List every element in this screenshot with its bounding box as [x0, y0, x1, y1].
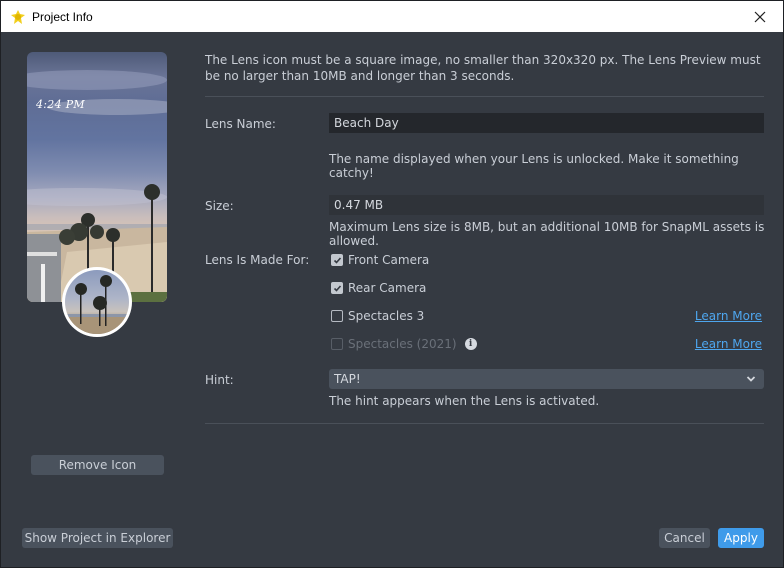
divider: [205, 423, 764, 424]
lens-name-help: The name displayed when your Lens is unl…: [329, 152, 739, 180]
size-help: Maximum Lens size is 8MB, but an additio…: [329, 220, 765, 248]
remove-icon-button[interactable]: Remove Icon: [31, 455, 164, 475]
rear-camera-checkbox[interactable]: Rear Camera: [331, 281, 426, 295]
lens-preview-image[interactable]: 4:24 PM: [27, 52, 167, 302]
apply-button[interactable]: Apply: [718, 528, 764, 548]
title-bar: Project Info: [1, 1, 783, 32]
close-icon: [754, 11, 766, 22]
info-icon[interactable]: i: [464, 338, 477, 350]
icon-requirements-text: The Lens icon must be a square image, no…: [205, 53, 761, 83]
front-camera-label: Front Camera: [348, 253, 430, 267]
size-value: 0.47 MB: [329, 195, 764, 215]
front-camera-checkbox[interactable]: Front Camera: [331, 253, 429, 267]
cancel-button[interactable]: Cancel: [659, 528, 710, 548]
spectacles-3-label: Spectacles 3: [348, 309, 425, 323]
lens-name-label: Lens Name:: [205, 117, 276, 131]
spectacles-3-checkbox[interactable]: Spectacles 3: [331, 309, 424, 323]
close-button[interactable]: [737, 1, 783, 32]
size-label: Size:: [205, 199, 234, 213]
spectacles-2021-learn-more-link[interactable]: Learn More: [695, 337, 762, 351]
lens-name-input[interactable]: [329, 113, 764, 133]
window-title: Project Info: [32, 9, 93, 24]
lens-icon-thumbnail[interactable]: [62, 267, 132, 337]
checkbox-disabled-icon: [331, 338, 343, 350]
spectacles-3-learn-more-link[interactable]: Learn More: [695, 309, 762, 323]
preview-time-label: 4:24 PM: [36, 98, 85, 111]
checkbox-unchecked-icon: [331, 310, 343, 322]
spectacles-2021-label: Spectacles (2021): [348, 337, 457, 351]
hint-label: Hint:: [205, 373, 234, 387]
project-info-dialog: Project Info 4:24 PM Remove Icon Show Pr…: [0, 0, 784, 568]
hint-help: The hint appears when the Lens is activa…: [329, 394, 600, 408]
app-icon: [11, 9, 25, 24]
hint-dropdown[interactable]: TAP!: [329, 369, 764, 389]
show-in-explorer-button[interactable]: Show Project in Explorer: [22, 528, 173, 548]
rear-camera-label: Rear Camera: [348, 281, 427, 295]
spectacles-2021-checkbox: Spectacles (2021) i: [331, 337, 477, 351]
divider: [205, 96, 764, 97]
checkbox-checked-icon: [331, 254, 343, 266]
palm-trees-illustration: [65, 275, 129, 334]
chevron-down-icon: [746, 376, 756, 382]
made-for-label: Lens Is Made For:: [205, 253, 310, 267]
hint-selected-value: TAP!: [334, 372, 361, 386]
beach-scene-illustration: [27, 70, 167, 302]
checkbox-checked-icon: [331, 282, 343, 294]
